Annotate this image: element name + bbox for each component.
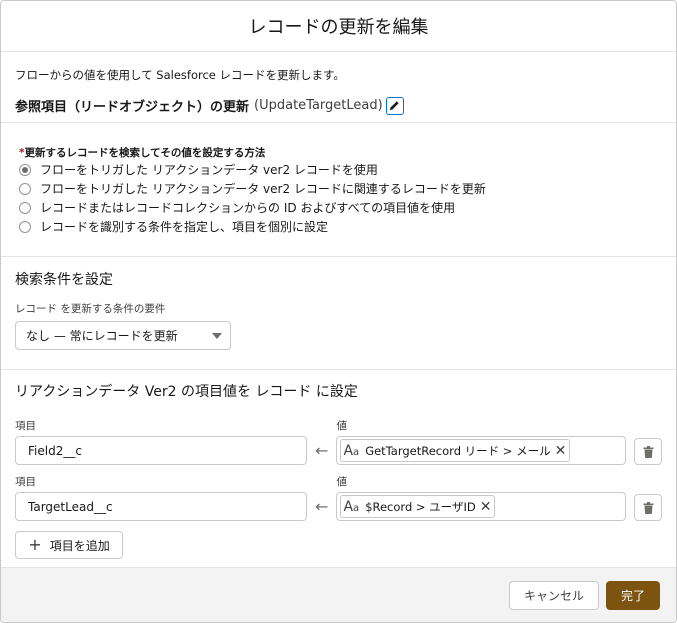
field-label: 項目 — [15, 420, 36, 432]
trash-icon — [643, 445, 654, 458]
text-type-icon: Aa — [343, 498, 360, 515]
delete-row-button[interactable] — [634, 438, 662, 465]
method-option-label: フローをトリガした リアクションデータ ver2 レコードを使用 — [40, 163, 378, 177]
text-type-icon: Aa — [343, 442, 360, 459]
method-option-label: レコードまたはレコードコレクションからの ID およびすべての項目値を使用 — [40, 201, 456, 215]
cancel-button[interactable]: キャンセル — [509, 580, 599, 610]
done-button[interactable]: 完了 — [606, 580, 660, 610]
field-input[interactable]: TargetLead__c — [15, 492, 307, 521]
filter-section: 検索条件を設定 レコード を更新する条件の要件 なし — 常にレコードを更新 — [1, 257, 676, 370]
condition-select[interactable]: なし — 常にレコードを更新 — [15, 321, 231, 350]
value-label: 値 — [336, 420, 347, 432]
plus-icon: + — [28, 535, 42, 554]
value-pill[interactable]: Aa $Record > ユーザID ✕ — [340, 495, 496, 518]
radio[interactable] — [19, 182, 31, 195]
trash-icon — [643, 501, 654, 514]
value-label: 値 — [336, 476, 347, 488]
method-option-1[interactable]: フローをトリガした リアクションデータ ver2 レコードを使用 — [19, 160, 662, 179]
radio[interactable] — [19, 220, 31, 233]
assignment-section: リアクションデータ Ver2 の項目値を レコード に設定 項目 Field2_… — [1, 370, 676, 568]
add-field-button[interactable]: + 項目を追加 — [15, 531, 123, 559]
close-icon[interactable]: ✕ — [555, 443, 567, 459]
value-input[interactable]: Aa GetTargetRecord リード > メール ✕ — [336, 436, 627, 465]
value-input[interactable]: Aa $Record > ユーザID ✕ — [336, 492, 627, 521]
element-api-name: (UpdateTargetLead) — [254, 98, 383, 113]
arrow-left-icon: ← — [315, 497, 329, 516]
intro-description: フローからの値を使用して Salesforce レコードを更新します。 — [15, 68, 345, 82]
modal-footer: キャンセル 完了 — [1, 567, 676, 622]
method-label: *更新するレコードを検索してその値を設定する方法 — [19, 147, 266, 159]
method-option-4[interactable]: レコードを識別する条件を指定し、項目を個別に設定 — [19, 217, 662, 236]
condition-value: なし — 常にレコードを更新 — [26, 329, 178, 343]
add-field-label: 項目を追加 — [49, 538, 110, 553]
pencil-icon — [390, 101, 399, 111]
field-input[interactable]: Field2__c — [15, 436, 307, 465]
radio[interactable] — [19, 201, 31, 214]
intro-section: フローからの値を使用して Salesforce レコードを更新します。 参照項目… — [1, 52, 676, 123]
method-option-label: レコードを識別する条件を指定し、項目を個別に設定 — [40, 220, 329, 234]
filter-title: 検索条件を設定 — [15, 272, 113, 288]
value-pill[interactable]: Aa GetTargetRecord リード > メール ✕ — [340, 439, 571, 462]
value-pill-label: $Record > ユーザID — [365, 499, 476, 514]
element-label: 参照項目（リードオブジェクト）の更新 — [15, 100, 250, 115]
chevron-down-icon — [212, 332, 222, 339]
assignment-title: リアクションデータ Ver2 の項目値を レコード に設定 — [15, 384, 358, 400]
method-option-label: フローをトリガした リアクションデータ ver2 レコードに関連するレコードを更… — [40, 182, 486, 196]
edit-label-button[interactable] — [385, 96, 404, 115]
assignment-row: 項目 TargetLead__c ← 値 Aa $Record > ユーザID … — [15, 474, 662, 521]
method-option-2[interactable]: フローをトリガした リアクションデータ ver2 レコードに関連するレコードを更… — [19, 179, 662, 198]
delete-row-button[interactable] — [634, 494, 662, 521]
condition-label: レコード を更新する条件の要件 — [15, 303, 166, 315]
value-pill-label: GetTargetRecord リード > メール — [365, 443, 551, 458]
arrow-left-icon: ← — [315, 441, 329, 460]
modal-header: レコードの更新を編集 — [1, 1, 676, 52]
modal-title: レコードの更新を編集 — [248, 17, 429, 38]
edit-update-records-modal: レコードの更新を編集 フローからの値を使用して Salesforce レコードを… — [0, 0, 677, 623]
radio-selected[interactable] — [19, 163, 31, 176]
close-icon[interactable]: ✕ — [480, 499, 492, 515]
method-section: *更新するレコードを検索してその値を設定する方法 フローをトリガした リアクショ… — [1, 123, 676, 257]
assignment-row: 項目 Field2__c ← 値 Aa GetTargetRecord リード … — [15, 418, 662, 465]
method-option-3[interactable]: レコードまたはレコードコレクションからの ID およびすべての項目値を使用 — [19, 198, 662, 217]
field-label: 項目 — [15, 476, 36, 488]
element-name-line: 参照項目（リードオブジェクト）の更新 (UpdateTargetLead) — [15, 96, 662, 115]
